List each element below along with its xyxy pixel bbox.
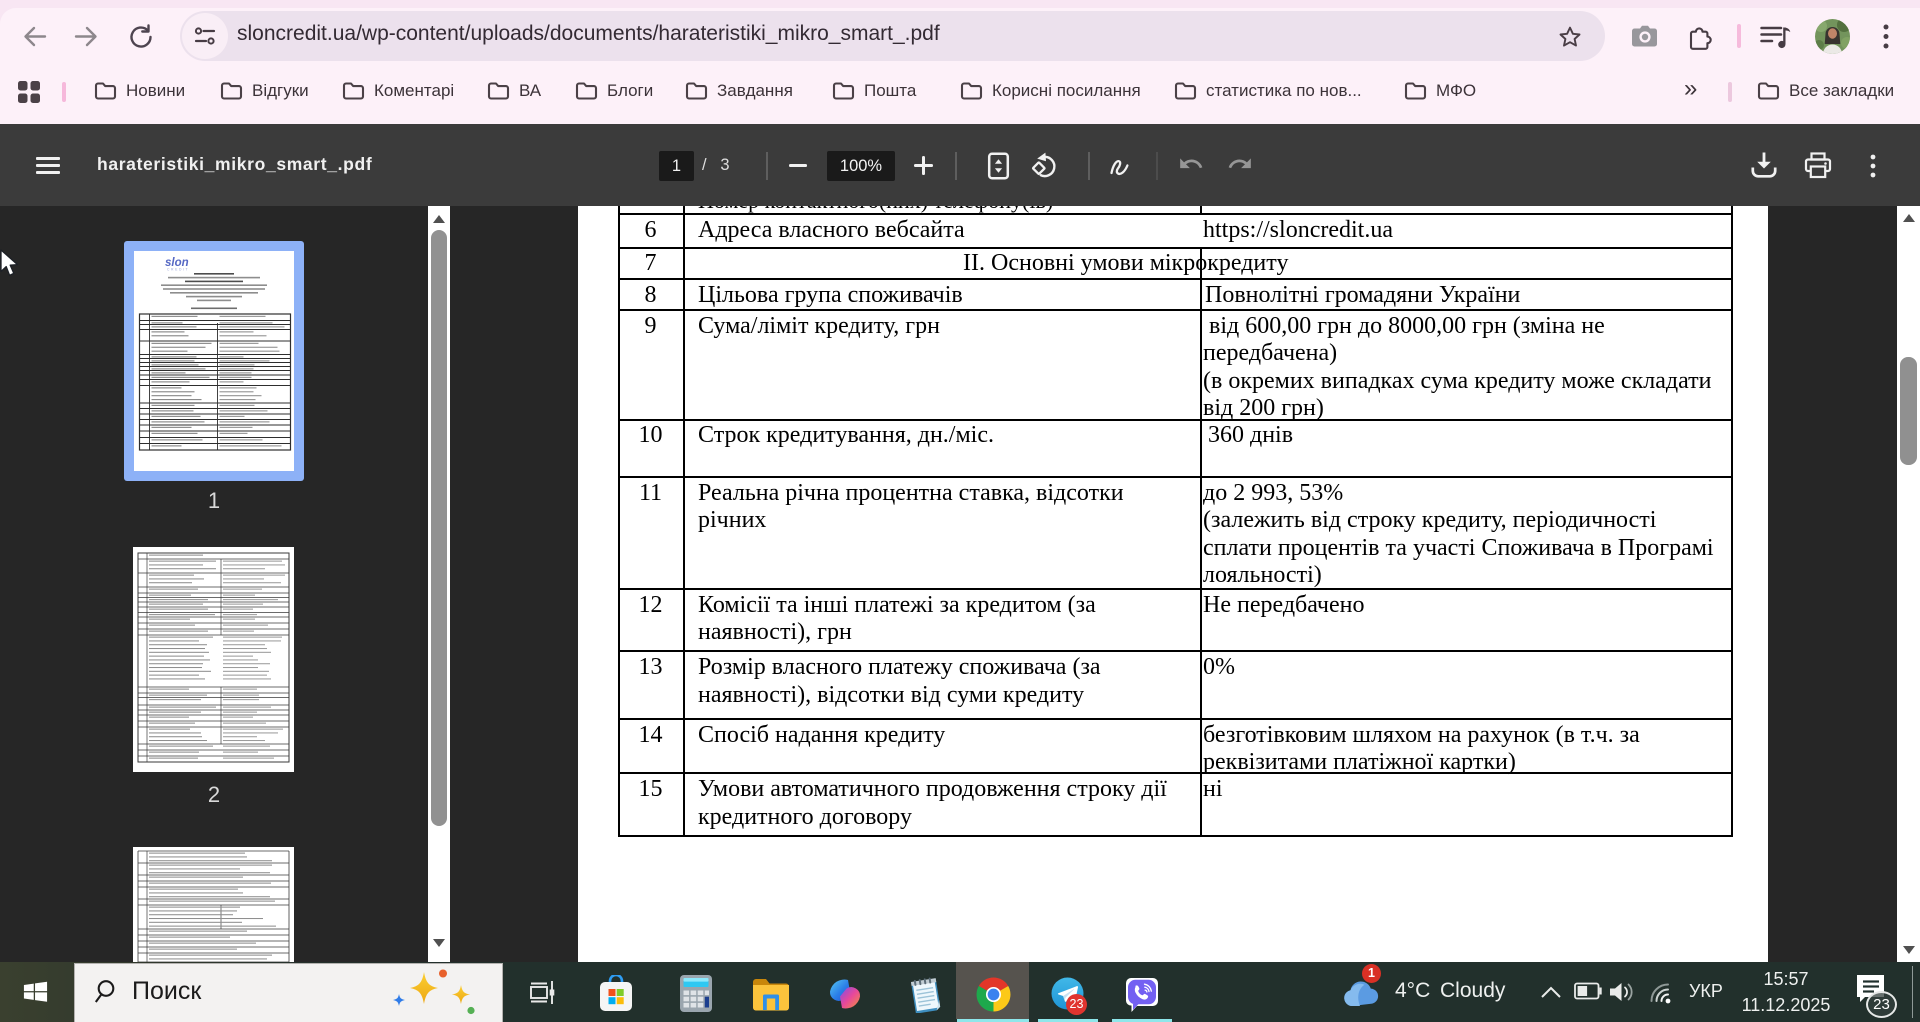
svg-text:CREDIT: CREDIT	[167, 268, 189, 272]
